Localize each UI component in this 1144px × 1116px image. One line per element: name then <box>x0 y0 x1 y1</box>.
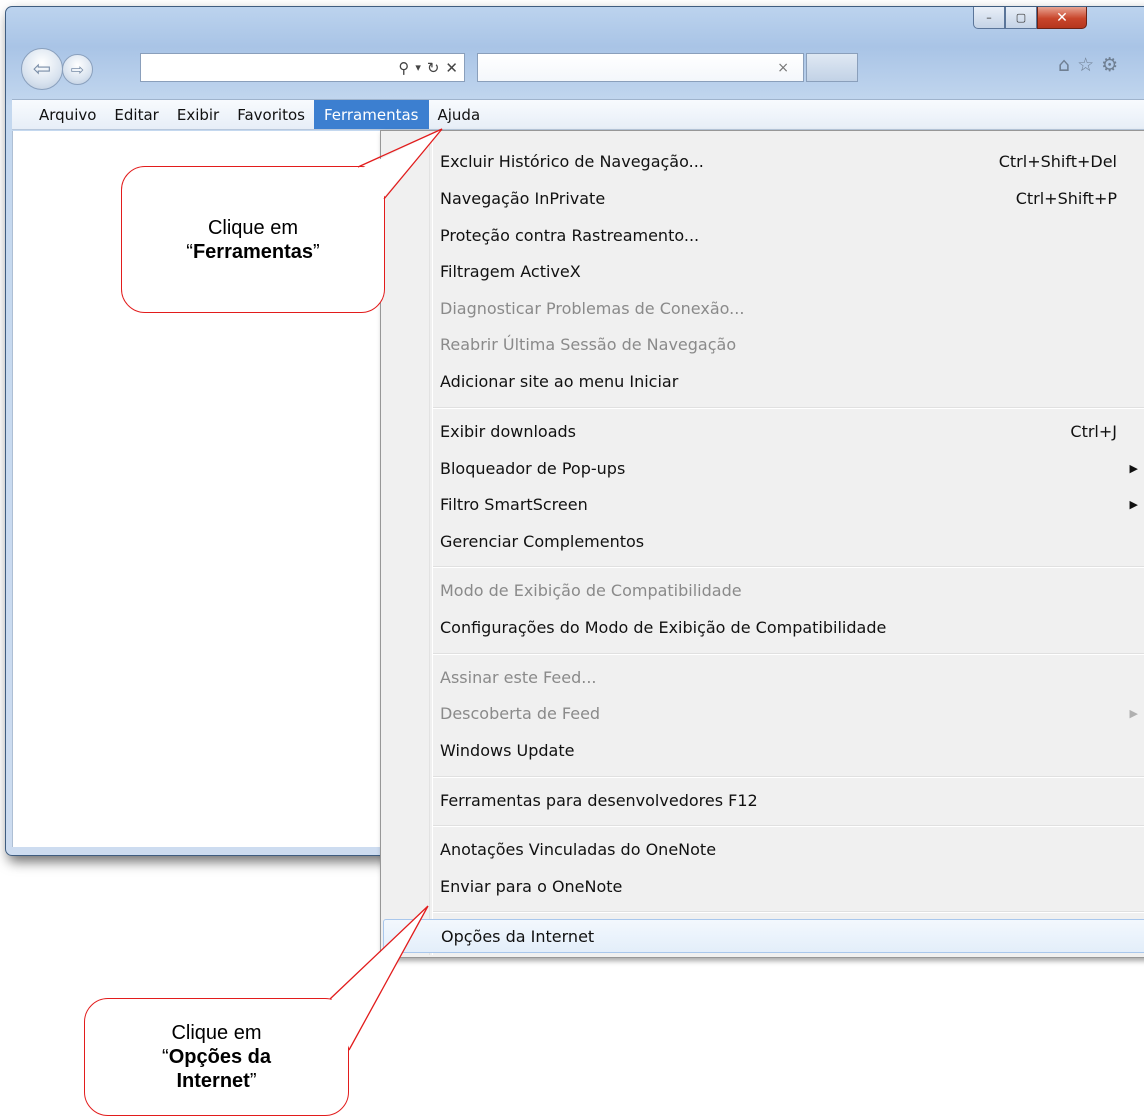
menu-item-diagnosticar: Diagnosticar Problemas de Conexão... <box>383 292 1144 324</box>
menu-item-label: Diagnosticar Problemas de Conexão... <box>440 298 745 318</box>
callout-bold-text: Ferramentas <box>192 240 314 263</box>
menu-item-anotacoes-onenote[interactable]: Anotações Vinculadas do OneNote <box>383 833 1144 865</box>
menu-separator <box>433 653 1144 655</box>
refresh-icon[interactable]: ↻ <box>427 59 440 77</box>
maximize-button[interactable]: ▢ <box>1005 7 1037 29</box>
menu-item-gerenciar-complementos[interactable]: Gerenciar Complementos <box>383 525 1144 557</box>
callout-quote: “ <box>162 1046 169 1068</box>
tab-close-icon[interactable]: × <box>777 60 789 76</box>
menu-item-label: Bloqueador de Pop-ups <box>440 458 626 478</box>
menu-item-label: Excluir Histórico de Navegação... <box>440 151 704 171</box>
close-button[interactable]: ✕ <box>1037 7 1087 29</box>
menu-item-label: Exibir downloads <box>440 421 576 441</box>
callout-bold-text: Internet <box>176 1070 250 1092</box>
menu-item-label: Descoberta de Feed <box>440 703 601 723</box>
menu-favoritos[interactable]: Favoritos <box>228 100 314 129</box>
menu-item-label: Configurações do Modo de Exibição de Com… <box>440 617 887 637</box>
menu-item-ferramentas-desenvolvedores[interactable]: Ferramentas para desenvolvedores F12 <box>383 784 1144 816</box>
callout-text: Clique em “Ferramentas” <box>186 216 319 264</box>
menu-item-label: Assinar este Feed... <box>440 667 597 687</box>
callout-quote: ” <box>313 240 320 263</box>
minimize-button[interactable]: – <box>973 7 1005 29</box>
new-tab-button[interactable] <box>806 53 858 82</box>
star-icon[interactable]: ☆ <box>1077 54 1094 76</box>
menu-item-protecao-rastreamento[interactable]: Proteção contra Rastreamento... <box>383 219 1144 251</box>
callout-line: Clique em <box>171 1022 262 1044</box>
menu-item-label: Modo de Exibição de Compatibilidade <box>440 580 742 600</box>
menu-item-label: Windows Update <box>440 740 575 760</box>
menu-item-reabrir-sessao: Reabrir Última Sessão de Navegação <box>383 328 1144 360</box>
callout-ferramentas: Clique em “Ferramentas” <box>121 166 385 313</box>
callout-bold-text: Opções da <box>168 1046 271 1068</box>
gear-icon[interactable]: ⚙ <box>1101 54 1118 76</box>
menu-ferramentas[interactable]: Ferramentas <box>313 100 429 129</box>
callout-opcoes-internet: Clique em “Opções da Internet” <box>84 998 349 1116</box>
callout-text: Clique em “Opções da Internet” <box>162 1021 271 1093</box>
forward-arrow-icon: ⇨ <box>70 60 85 79</box>
menu-item-bloqueador-popups[interactable]: Bloqueador de Pop-ups ▶ <box>383 452 1144 484</box>
menu-item-label: Filtro SmartScreen <box>440 494 588 514</box>
menu-item-label: Reabrir Última Sessão de Navegação <box>440 334 737 354</box>
menu-item-enviar-onenote[interactable]: Enviar para o OneNote <box>383 870 1144 902</box>
menu-item-label: Opções da Internet <box>441 926 595 946</box>
address-bar[interactable]: ⚲ ▾ ↻ ✕ <box>140 53 465 82</box>
menu-separator <box>433 776 1144 778</box>
menu-item-adicionar-site[interactable]: Adicionar site ao menu Iniciar <box>383 365 1144 397</box>
menu-item-inprivate[interactable]: Navegação InPrivate Ctrl+Shift+P <box>383 182 1144 214</box>
menu-editar[interactable]: Editar <box>105 100 167 129</box>
menu-item-shortcut: Ctrl+J <box>1070 421 1117 441</box>
back-button[interactable]: ⇦ <box>21 48 63 90</box>
menu-item-modo-compatibilidade: Modo de Exibição de Compatibilidade <box>383 574 1144 606</box>
menu-item-exibir-downloads[interactable]: Exibir downloads Ctrl+J <box>383 415 1144 447</box>
menu-bar: Arquivo Editar Exibir Favoritos Ferramen… <box>12 99 1144 130</box>
menu-item-opcoes-internet[interactable]: Opções da Internet <box>383 919 1144 953</box>
menu-exibir[interactable]: Exibir <box>168 100 228 129</box>
menu-item-label: Filtragem ActiveX <box>440 261 581 281</box>
menu-item-filtragem-activex[interactable]: Filtragem ActiveX <box>383 255 1144 287</box>
menu-separator <box>433 911 1144 913</box>
menu-item-label: Enviar para o OneNote <box>440 876 623 896</box>
menu-item-label: Gerenciar Complementos <box>440 531 645 551</box>
menu-item-config-compatibilidade[interactable]: Configurações do Modo de Exibição de Com… <box>383 611 1144 643</box>
menu-item-label: Anotações Vinculadas do OneNote <box>440 839 717 859</box>
menu-separator <box>433 825 1144 827</box>
submenu-arrow-icon: ▶ <box>1129 497 1138 511</box>
search-icon[interactable]: ⚲ <box>398 59 409 77</box>
stop-icon[interactable]: ✕ <box>445 59 458 77</box>
menu-arquivo[interactable]: Arquivo <box>30 100 105 129</box>
home-icon[interactable]: ⌂ <box>1058 54 1070 76</box>
forward-button[interactable]: ⇨ <box>62 54 93 85</box>
submenu-arrow-icon: ▶ <box>1129 706 1138 720</box>
menu-item-shortcut: Ctrl+Shift+Del <box>998 151 1117 171</box>
menu-ajuda[interactable]: Ajuda <box>429 100 490 129</box>
callout-quote: ” <box>249 1070 257 1092</box>
toolbar-icons: ⌂ ☆ ⚙ <box>1058 54 1118 76</box>
chevron-down-icon[interactable]: ▾ <box>415 61 421 74</box>
browser-tab[interactable]: × <box>477 53 804 82</box>
callout-line: Clique em <box>207 216 299 239</box>
callout-quote: “ <box>186 240 193 263</box>
tools-menu: Excluir Histórico de Navegação... Ctrl+S… <box>380 130 1144 958</box>
menu-separator <box>433 407 1144 409</box>
submenu-arrow-icon: ▶ <box>1129 461 1138 475</box>
back-arrow-icon: ⇦ <box>32 56 52 82</box>
menu-separator <box>433 566 1144 568</box>
caption-buttons: – ▢ ✕ <box>973 7 1087 29</box>
menu-item-excluir-historico[interactable]: Excluir Histórico de Navegação... Ctrl+S… <box>383 145 1144 177</box>
menu-item-filtro-smartscreen[interactable]: Filtro SmartScreen ▶ <box>383 488 1144 520</box>
menu-item-label: Adicionar site ao menu Iniciar <box>440 371 679 391</box>
menu-item-label: Ferramentas para desenvolvedores F12 <box>440 790 758 810</box>
menu-item-label: Navegação InPrivate <box>440 188 606 208</box>
menu-item-shortcut: Ctrl+Shift+P <box>1015 188 1117 208</box>
menu-item-descoberta-feed: Descoberta de Feed ▶ <box>383 697 1144 729</box>
menu-item-assinar-feed: Assinar este Feed... <box>383 661 1144 693</box>
menu-item-label: Proteção contra Rastreamento... <box>440 225 700 245</box>
menu-item-windows-update[interactable]: Windows Update <box>383 734 1144 766</box>
